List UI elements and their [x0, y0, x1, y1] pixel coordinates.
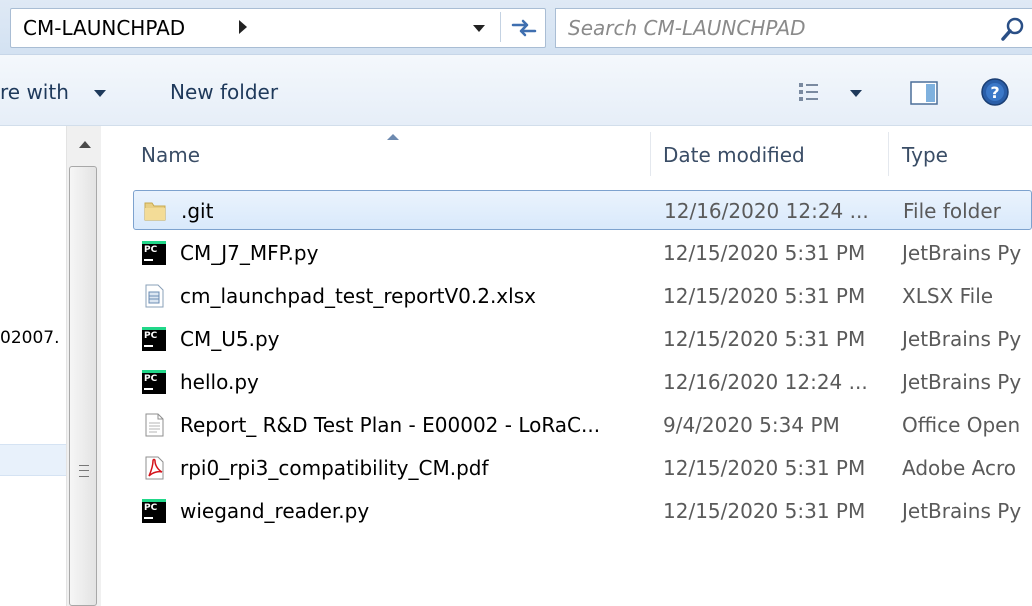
scroll-up-icon[interactable]	[79, 141, 91, 148]
pycharm-file-icon	[141, 240, 167, 266]
search-box[interactable]	[555, 8, 1032, 48]
file-type: JetBrains Py	[902, 499, 1022, 523]
file-name: CM_U5.py	[180, 327, 280, 351]
pycharm-file-icon	[141, 326, 167, 352]
column-header-date[interactable]: Date modified	[663, 143, 805, 167]
file-date: 12/16/2020 12:24 ...	[663, 370, 868, 394]
file-name: cm_launchpad_test_reportV0.2.xlsx	[180, 284, 536, 308]
new-folder-button[interactable]: New folder	[170, 80, 278, 104]
chevron-down-icon[interactable]	[94, 90, 106, 97]
file-date: 12/15/2020 5:31 PM	[663, 241, 866, 265]
file-name: CM_J7_MFP.py	[180, 241, 319, 265]
file-type: Office Open	[902, 413, 1021, 437]
file-date: 12/16/2020 12:24 ...	[664, 199, 869, 223]
address-history-dropdown-icon[interactable]	[473, 25, 485, 32]
file-row[interactable]: rpi0_rpi3_compatibility_CM.pdf 12/15/202…	[133, 448, 1032, 488]
folder-icon	[142, 198, 168, 224]
file-row[interactable]: Report_ R&D Test Plan - E00002 - LoRaC..…	[133, 405, 1032, 445]
address-path[interactable]: CM-LAUNCHPAD	[23, 16, 185, 40]
column-divider[interactable]	[650, 132, 651, 176]
pycharm-file-icon	[141, 369, 167, 395]
navigation-pane: 02007.	[0, 126, 101, 606]
sort-ascending-icon	[387, 134, 399, 140]
address-separator	[500, 12, 501, 42]
search-icon[interactable]	[1000, 16, 1026, 42]
file-list: Name Date modified Type .git 12/16/2020 …	[101, 126, 1032, 606]
file-type: JetBrains Py	[902, 327, 1022, 351]
document-file-icon	[141, 412, 167, 438]
file-type: File folder	[903, 199, 1001, 223]
file-row[interactable]: CM_J7_MFP.py 12/15/2020 5:31 PM JetBrain…	[133, 233, 1032, 273]
file-row[interactable]: wiegand_reader.py 12/15/2020 5:31 PM Jet…	[133, 491, 1032, 531]
refresh-icon[interactable]	[508, 15, 540, 41]
address-bar: CM-LAUNCHPAD	[0, 0, 1032, 55]
file-type: JetBrains Py	[902, 370, 1022, 394]
column-header-row: Name Date modified Type	[101, 126, 1032, 182]
nav-scrollbar[interactable]	[66, 126, 101, 606]
file-row[interactable]: cm_launchpad_test_reportV0.2.xlsx 12/15/…	[133, 276, 1032, 316]
file-name: hello.py	[180, 370, 259, 394]
preview-pane-icon[interactable]	[910, 81, 938, 105]
svg-text:?: ?	[990, 83, 999, 102]
share-with-button[interactable]: re with	[0, 80, 69, 104]
pdf-file-icon	[141, 455, 167, 481]
file-row-git[interactable]: .git 12/16/2020 12:24 ... File folder	[133, 190, 1032, 230]
xlsx-file-icon	[141, 283, 167, 309]
pycharm-file-icon	[141, 498, 167, 524]
column-header-type[interactable]: Type	[902, 143, 948, 167]
chevron-right-icon[interactable]	[239, 20, 247, 34]
grip-icon	[79, 465, 89, 477]
nav-scrollbar-thumb[interactable]	[69, 166, 97, 606]
file-type: XLSX File	[902, 284, 994, 308]
file-date: 9/4/2020 5:34 PM	[663, 413, 840, 437]
file-type: Adobe Acro	[902, 456, 1016, 480]
address-box[interactable]: CM-LAUNCHPAD	[10, 8, 546, 48]
file-row[interactable]: CM_U5.py 12/15/2020 5:31 PM JetBrains Py	[133, 319, 1032, 359]
file-name: wiegand_reader.py	[180, 499, 370, 523]
command-toolbar: re with New folder ?	[0, 55, 1032, 126]
nav-item[interactable]: 02007.	[0, 328, 59, 348]
views-dropdown-icon[interactable]	[850, 90, 862, 97]
help-icon[interactable]: ?	[980, 77, 1010, 107]
file-date: 12/15/2020 5:31 PM	[663, 499, 866, 523]
file-name: .git	[181, 199, 214, 223]
search-input[interactable]	[566, 13, 970, 43]
file-date: 12/15/2020 5:31 PM	[663, 284, 866, 308]
file-row[interactable]: hello.py 12/16/2020 12:24 ... JetBrains …	[133, 362, 1032, 402]
file-name: rpi0_rpi3_compatibility_CM.pdf	[180, 456, 489, 480]
file-date: 12/15/2020 5:31 PM	[663, 327, 866, 351]
column-header-name[interactable]: Name	[141, 143, 200, 167]
change-view-icon[interactable]	[798, 81, 832, 103]
file-type: JetBrains Py	[902, 241, 1022, 265]
file-date: 12/15/2020 5:31 PM	[663, 456, 866, 480]
column-divider[interactable]	[888, 132, 889, 176]
nav-selected-item[interactable]	[0, 444, 66, 476]
file-name: Report_ R&D Test Plan - E00002 - LoRaC..…	[180, 413, 601, 437]
